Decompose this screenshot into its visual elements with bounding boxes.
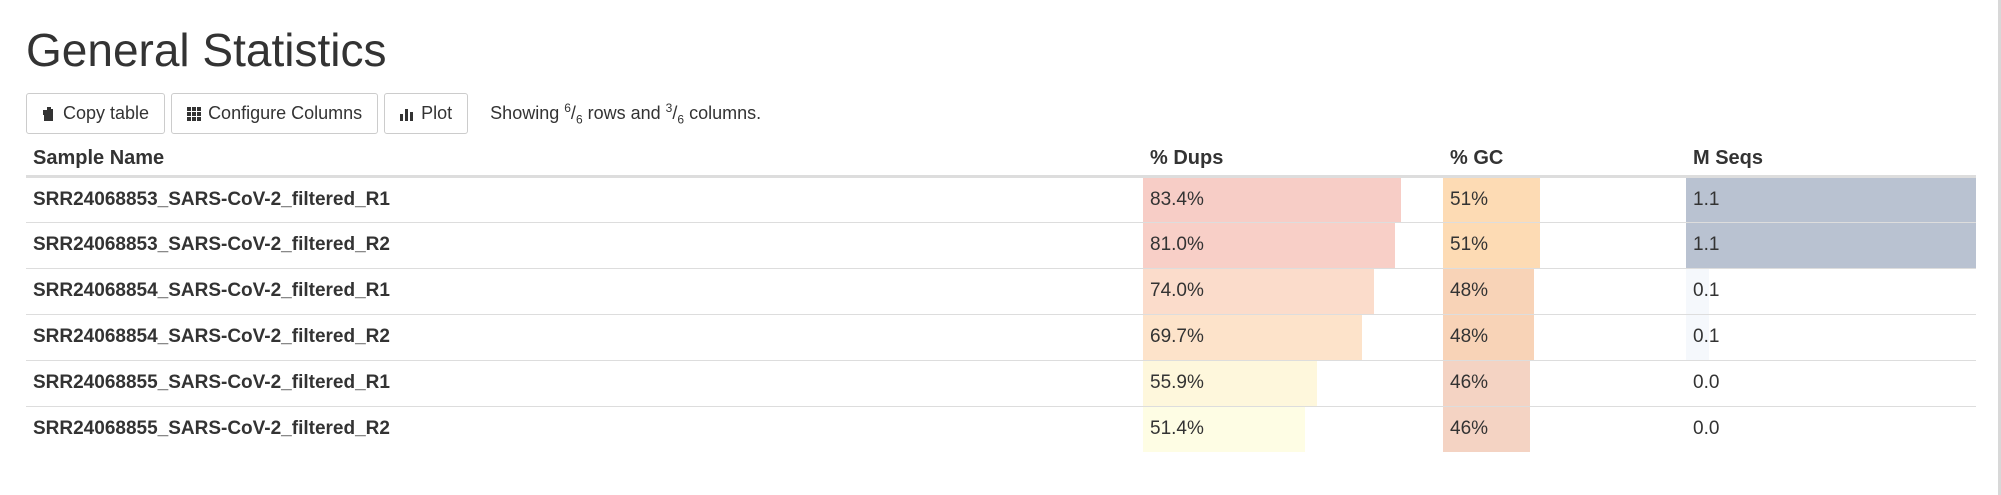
gc-cell: 48% — [1443, 267, 1686, 314]
gc-value: 48% — [1450, 326, 1489, 347]
configure-columns-label: Configure Columns — [208, 103, 363, 123]
table-row: SRR24068855_SARS-CoV-2_filtered_R1 55.9% 4… — [26, 359, 1976, 406]
dups-value: 74.0% — [1150, 280, 1204, 301]
gc-cell: 46% — [1443, 405, 1686, 452]
table-row: SRR24068854_SARS-CoV-2_filtered_R2 69.7% 4… — [26, 313, 1976, 360]
copy-table-button[interactable]: Copy table — [26, 93, 166, 134]
rows-total: 6 — [575, 112, 583, 127]
gc-value: 48% — [1450, 280, 1489, 301]
table-row: SRR24068855_SARS-CoV-2_filtered_R2 51.4% 4… — [26, 405, 1976, 452]
sample-name-cell: SRR24068854_SARS-CoV-2_filtered_R1 — [26, 267, 1143, 314]
rows-shown: 6 — [564, 100, 571, 115]
sample-name-cell: SRR24068853_SARS-CoV-2_filtered_R1 — [33, 188, 390, 210]
gc-value: 46% — [1450, 418, 1489, 440]
cols-shown: 3 — [665, 100, 673, 115]
copy-icon — [43, 106, 53, 121]
dups-cell: 83.4% — [1143, 176, 1443, 222]
plot-label: Plot — [421, 103, 453, 123]
dups-value: 69.7% — [1150, 326, 1204, 347]
dups-cell: 51.4% — [1143, 405, 1443, 452]
table-row: SRR24068853_SARS-CoV-2_filtered_R1 83.4% 5… — [26, 176, 1976, 222]
dups-cell: 69.7% — [1143, 313, 1443, 360]
mseqs-cell: 0.1 — [1686, 267, 1976, 314]
table-row: SRR24068854_SARS-CoV-2_filtered_R1 74.0% 4… — [26, 267, 1976, 314]
gc-value: 51% — [1450, 234, 1489, 255]
copy-table-label: Copy table — [63, 103, 150, 123]
seqs-value: 1.1 — [1693, 188, 1720, 210]
table-header-row: Sample Name % Dups % GC M Seqs — [26, 142, 1976, 178]
seqs-value: 0.1 — [1693, 326, 1720, 347]
grid-icon — [187, 106, 202, 121]
header-gc[interactable]: % GC — [1443, 142, 1686, 178]
mseqs-cell: 0.0 — [1686, 359, 1976, 406]
dups-value: 81.0% — [1150, 234, 1204, 255]
gc-cell: 51% — [1443, 176, 1686, 222]
gc-value: 46% — [1450, 372, 1489, 393]
header-mseqs[interactable]: M Seqs — [1686, 142, 1976, 178]
page: General Statistics Copy table Configure … — [0, 0, 2001, 495]
mseqs-cell: 0.1 — [1686, 313, 1976, 360]
gc-value: 51% — [1450, 188, 1489, 210]
header-sample-name[interactable]: Sample Name — [26, 142, 1143, 178]
mseqs-cell: 0.0 — [1686, 405, 1976, 452]
mseqs-cell: 1.1 — [1686, 176, 1976, 222]
dups-value: 51.4% — [1150, 418, 1204, 440]
seqs-value: 0.0 — [1693, 418, 1720, 440]
sample-name-cell: SRR24068853_SARS-CoV-2_filtered_R2 — [26, 221, 1143, 268]
sample-name-cell: SRR24068855_SARS-CoV-2_filtered_R1 — [26, 359, 1143, 406]
table-row: SRR24068853_SARS-CoV-2_filtered_R2 81.0% 5… — [26, 221, 1976, 268]
sample-name-cell: SRR24068854_SARS-CoV-2_filtered_R2 — [26, 313, 1143, 360]
dups-value: 55.9% — [1150, 372, 1204, 393]
general-stats-table: Sample Name % Dups % GC M Seqs SRR240688… — [26, 142, 1976, 452]
table-toolbar: Copy table Configure Columns Plot Showin… — [26, 92, 761, 135]
configure-columns-button[interactable]: Configure Columns — [171, 93, 379, 134]
gc-cell: 51% — [1443, 221, 1686, 268]
gc-cell: 46% — [1443, 359, 1686, 406]
seqs-bar — [1686, 177, 1976, 222]
plot-button[interactable]: Plot — [384, 93, 469, 134]
showing-summary: Showing 6/6 rows and 3/6 columns. — [490, 100, 762, 127]
seqs-value: 0.0 — [1693, 372, 1720, 393]
header-dups[interactable]: % Dups — [1143, 142, 1443, 178]
mseqs-cell: 1.1 — [1686, 221, 1976, 268]
bar-chart-icon — [400, 108, 414, 121]
seqs-value: 1.1 — [1693, 234, 1720, 255]
dups-cell: 74.0% — [1143, 267, 1443, 314]
seqs-bar — [1686, 222, 1976, 268]
sample-name-cell: SRR24068855_SARS-CoV-2_filtered_R2 — [26, 405, 1143, 452]
gc-cell: 48% — [1443, 313, 1686, 360]
seqs-value: 0.1 — [1693, 280, 1720, 301]
page-title: General Statistics — [26, 24, 387, 76]
dups-cell: 55.9% — [1143, 359, 1443, 406]
dups-cell: 81.0% — [1143, 221, 1443, 268]
dups-value: 83.4% — [1150, 188, 1204, 210]
